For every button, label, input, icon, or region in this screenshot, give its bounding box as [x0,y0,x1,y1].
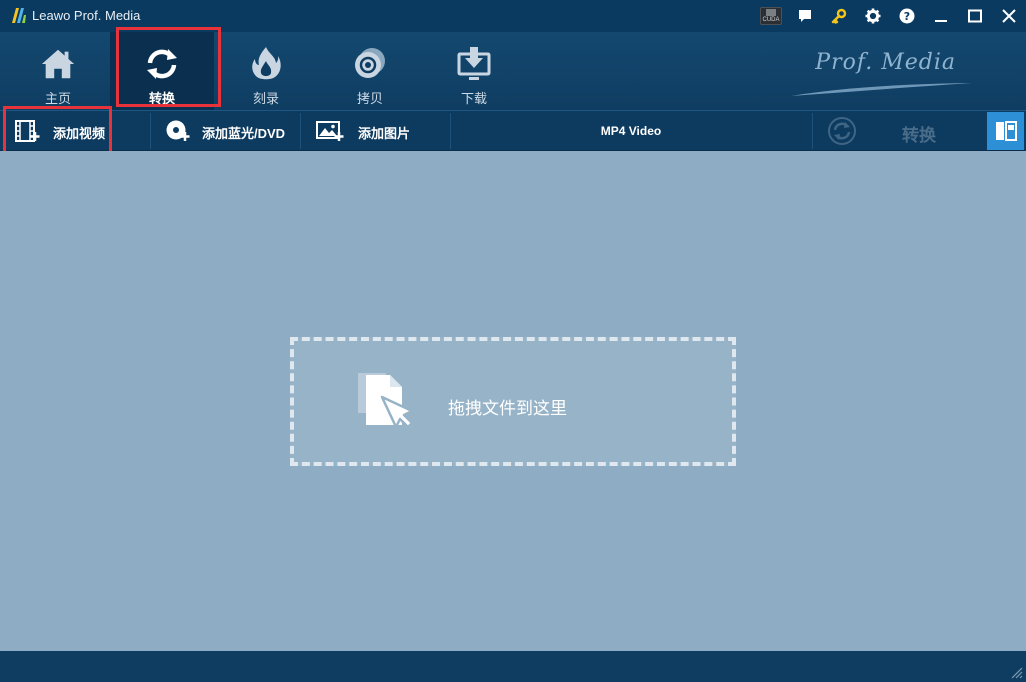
nav-copy[interactable]: 拷贝 [318,32,422,110]
convert-button[interactable]: 转换 [814,111,986,151]
nav-home-label: 主页 [44,91,71,106]
add-video-label: 添加视频 [53,126,106,141]
panel-layout-icon [995,121,1017,141]
register-button[interactable] [822,0,856,32]
nav-home[interactable]: 主页 [6,32,110,110]
convert-label: 转换 [902,126,936,145]
brand-logo: Prof. Media [815,50,956,75]
add-video-button[interactable]: 添加视频 [0,111,150,151]
status-bar [0,651,1026,682]
settings-button[interactable] [856,0,890,32]
nav-burn[interactable]: 刻录 [214,32,318,110]
nav-download-label: 下载 [460,91,487,106]
resize-grip-icon[interactable] [1009,665,1023,679]
disc-add-icon [166,120,190,141]
cuda-icon: CUDA [760,7,782,25]
minimize-button[interactable] [924,0,958,32]
cuda-label: CUDA [762,17,780,23]
image-add-icon [316,121,344,141]
add-bluray-label: 添加蓝光/DVD [202,126,286,141]
close-icon [1002,9,1016,23]
output-format-selector[interactable]: MP4 Video [451,111,811,151]
nav-copy-label: 拷贝 [356,91,383,106]
title-bar: Leawo Prof. Media CUDA ? [0,0,1026,32]
convert-icon [147,49,177,79]
copy-disc-icon [355,48,385,78]
help-icon: ? [899,8,915,24]
help-button[interactable]: ? [890,0,924,32]
key-icon [831,8,847,24]
brand-swoosh-icon [791,83,972,96]
cuda-button[interactable]: CUDA [754,0,788,32]
toolbar: 添加视频 添加蓝光/DVD 添加图片 MP4 Video 转换 [0,110,1026,151]
home-icon [41,49,75,79]
maximize-button[interactable] [958,0,992,32]
add-photo-label: 添加图片 [358,126,411,141]
nav-convert-label: 转换 [148,91,175,106]
maximize-icon [968,9,982,23]
file-drop-icon [358,373,414,429]
main-nav: 主页 转换 刻录 拷贝 下载 Prof. Media [0,32,1026,110]
panel-toggle-button[interactable] [987,112,1024,150]
nav-burn-label: 刻录 [252,91,279,106]
nav-download[interactable]: 下载 [422,32,526,110]
svg-text:?: ? [904,10,910,23]
close-button[interactable] [992,0,1026,32]
convert-disabled-icon [828,117,856,145]
nav-convert[interactable]: 转换 [110,32,214,110]
drop-zone[interactable]: 拖拽文件到这里 [290,337,736,466]
feedback-button[interactable] [788,0,822,32]
burn-icon [252,47,281,80]
drop-zone-label: 拖拽文件到这里 [448,399,567,418]
title-controls: CUDA ? [754,0,1026,32]
add-photo-button[interactable]: 添加图片 [302,111,450,151]
content-area: 拖拽文件到这里 [0,151,1026,651]
chat-bubble-icon [799,10,811,22]
add-bluray-button[interactable]: 添加蓝光/DVD [152,111,300,151]
output-format-label: MP4 Video [600,124,662,138]
download-icon [457,47,491,80]
minimize-icon [935,20,947,22]
app-logo-icon [12,8,26,23]
film-add-icon [15,120,40,142]
window-title: Leawo Prof. Media [32,8,141,23]
gear-icon [865,8,881,24]
